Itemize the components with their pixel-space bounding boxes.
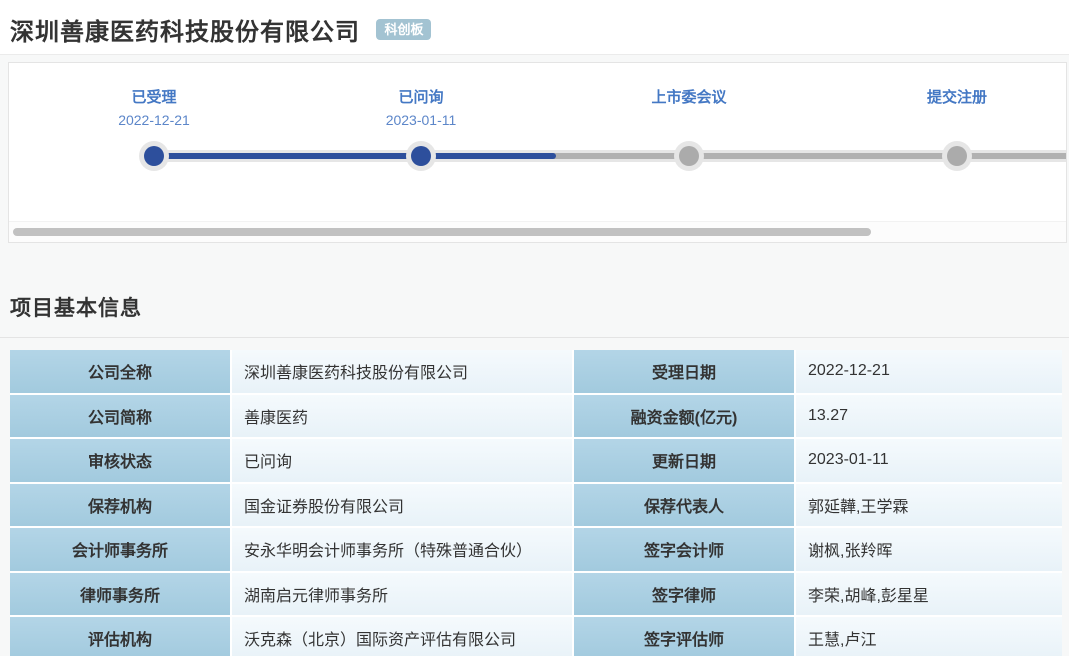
cell-label-sponsor-representatives: 保荐代表人 <box>574 484 794 527</box>
stage-label: 已受理 <box>64 87 244 109</box>
cell-value-sponsor-institution: 国金证券股份有限公司 <box>232 484 572 527</box>
cell-value-law-firm: 湖南启元律师事务所 <box>232 573 572 616</box>
cell-label-appraisal-institution: 评估机构 <box>10 617 230 656</box>
cell-label-company-full-name: 公司全称 <box>10 350 230 393</box>
cell-value-signing-accountants: 谢枫,张羚晖 <box>796 528 1062 571</box>
page-header: 深圳善康医药科技股份有限公司 科创板 <box>0 0 1069 55</box>
cell-label-financing-amount: 融资金额(亿元) <box>574 395 794 438</box>
cell-value-financing-amount: 13.27 <box>796 395 1062 438</box>
cell-value-update-date: 2023-01-11 <box>796 439 1062 482</box>
timeline-dot-accepted <box>144 146 164 166</box>
timeline-scroll-content: 已受理 2022-12-21 已问询 2023-01-11 上市委会议 提交注册 <box>9 63 1067 242</box>
page-title: 深圳善康医药科技股份有限公司 <box>10 12 360 47</box>
stage-label: 提交注册 <box>867 87 1047 109</box>
stage-label: 上市委会议 <box>599 87 779 109</box>
timeline-stage-registration-submitted: 提交注册 <box>867 87 1047 109</box>
stage-date: 2023-01-11 <box>331 109 511 131</box>
cell-label-accounting-firm: 会计师事务所 <box>10 528 230 571</box>
scrollbar-thumb[interactable] <box>13 228 871 236</box>
cell-label-update-date: 更新日期 <box>574 439 794 482</box>
cell-label-signing-appraisers: 签字评估师 <box>574 617 794 656</box>
cell-label-review-status: 审核状态 <box>10 439 230 482</box>
cell-value-acceptance-date: 2022-12-21 <box>796 350 1062 393</box>
section-heading: 项目基本信息 <box>0 243 1069 338</box>
cell-value-appraisal-institution: 沃克森（北京）国际资产评估有限公司 <box>232 617 572 656</box>
timeline-stage-inquired: 已问询 2023-01-11 <box>331 87 511 131</box>
timeline-dot-inquired <box>411 146 431 166</box>
timeline-dot-registration-submitted <box>947 146 967 166</box>
cell-value-signing-appraisers: 王慧,卢江 <box>796 617 1062 656</box>
section-title: 项目基本信息 <box>10 297 142 320</box>
horizontal-scrollbar[interactable] <box>9 221 1066 242</box>
cell-value-accounting-firm: 安永华明会计师事务所（特殊普通合伙） <box>232 528 572 571</box>
cell-value-company-short-name: 善康医药 <box>232 395 572 438</box>
stage-label: 已问询 <box>331 87 511 109</box>
board-badge: 科创板 <box>376 19 431 40</box>
cell-label-sponsor-institution: 保荐机构 <box>10 484 230 527</box>
cell-label-acceptance-date: 受理日期 <box>574 350 794 393</box>
cell-value-company-full-name: 深圳善康医药科技股份有限公司 <box>232 350 572 393</box>
cell-value-sponsor-representatives: 郭延韡,王学霖 <box>796 484 1062 527</box>
timeline-dot-committee-meeting <box>679 146 699 166</box>
cell-value-review-status: 已问询 <box>232 439 572 482</box>
timeline-panel: 已受理 2022-12-21 已问询 2023-01-11 上市委会议 提交注册 <box>8 62 1067 243</box>
timeline-progress-bar <box>154 153 556 159</box>
timeline-stage-accepted: 已受理 2022-12-21 <box>64 87 244 131</box>
timeline-stage-committee-meeting: 上市委会议 <box>599 87 779 109</box>
cell-label-signing-accountants: 签字会计师 <box>574 528 794 571</box>
cell-value-signing-lawyers: 李荣,胡峰,彭星星 <box>796 573 1062 616</box>
cell-label-signing-lawyers: 签字律师 <box>574 573 794 616</box>
cell-label-company-short-name: 公司简称 <box>10 395 230 438</box>
cell-label-law-firm: 律师事务所 <box>10 573 230 616</box>
info-table: 公司全称 深圳善康医药科技股份有限公司 受理日期 2022-12-21 公司简称… <box>10 350 1062 656</box>
stage-date: 2022-12-21 <box>64 109 244 131</box>
